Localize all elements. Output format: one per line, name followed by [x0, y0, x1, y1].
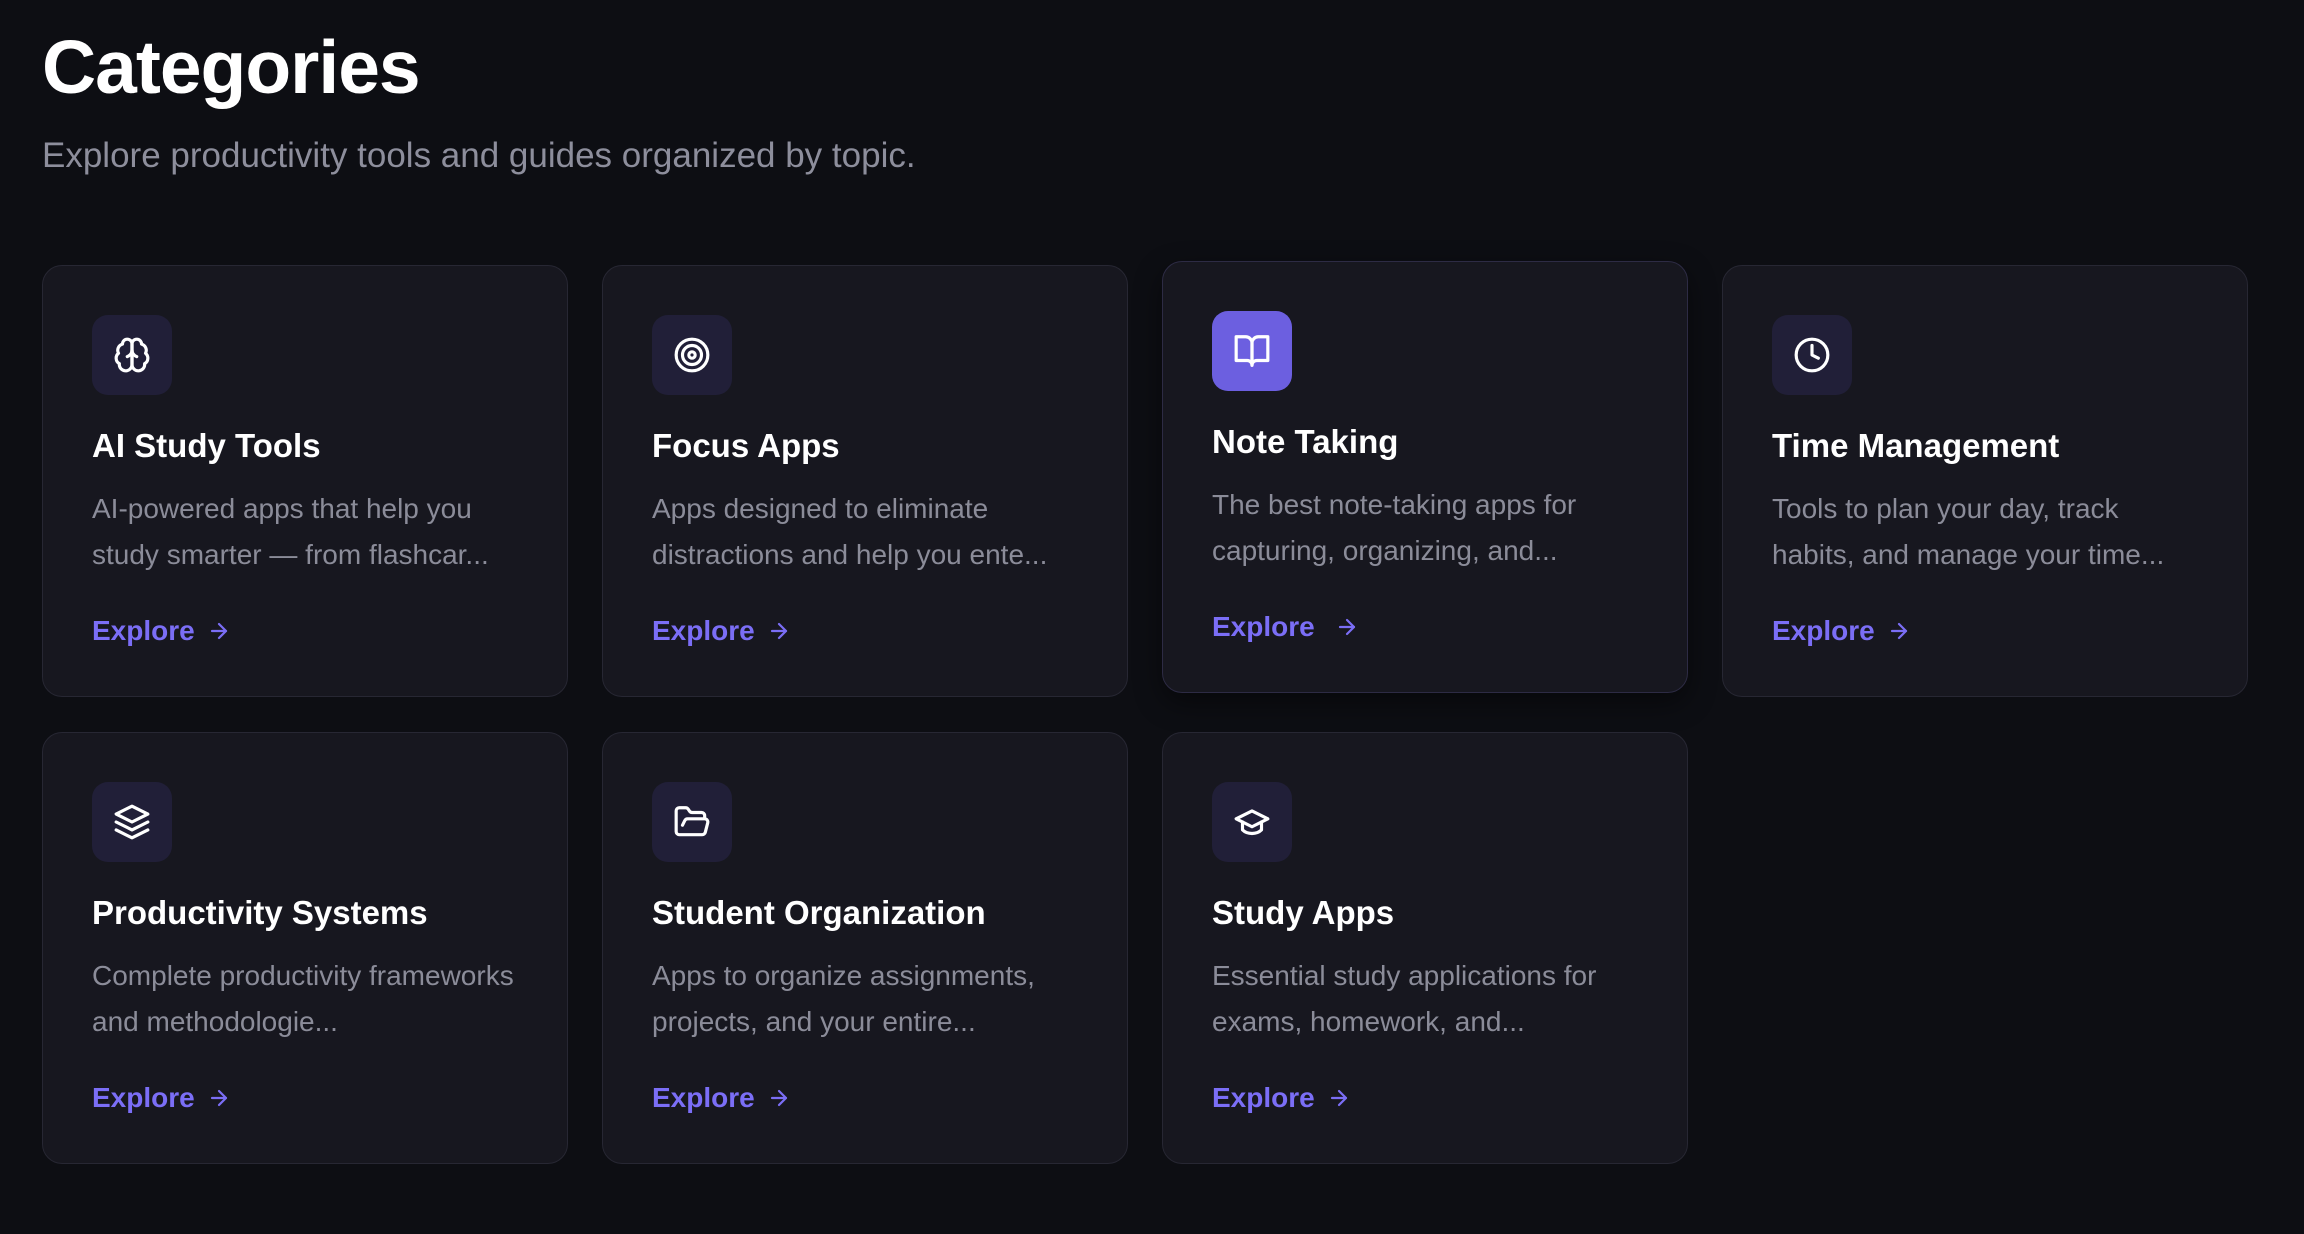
page-title: Categories [42, 25, 421, 109]
arrow-right-icon [767, 1086, 791, 1110]
card-title: Student Organization [652, 894, 986, 931]
card-description: AI-powered apps that help you study smar… [92, 493, 489, 570]
graduation-cap-icon [1212, 782, 1292, 862]
category-card-student-organization[interactable]: Student Organization Apps to organize as… [602, 732, 1128, 1164]
page-subtitle: Explore productivity tools and guides or… [42, 136, 916, 175]
explore-link[interactable]: Explore [652, 1081, 791, 1115]
category-card-note-taking[interactable]: Note Taking The best note-taking apps fo… [1162, 261, 1688, 693]
explore-label: Explore [1212, 1082, 1315, 1113]
card-description: Complete productivity frameworks and met… [92, 960, 514, 1037]
card-description: The best note-taking apps for capturing,… [1212, 489, 1577, 566]
arrow-right-icon [767, 619, 791, 643]
clock-icon [1772, 315, 1852, 395]
card-description: Tools to plan your day, track habits, an… [1772, 493, 2165, 570]
arrow-right-icon [207, 1086, 231, 1110]
card-title: AI Study Tools [92, 427, 321, 464]
card-description: Essential study applications for exams, … [1212, 960, 1597, 1037]
arrow-right-icon [1327, 1086, 1351, 1110]
arrow-right-icon [207, 619, 231, 643]
explore-link[interactable]: Explore [1772, 614, 1911, 648]
category-card-focus-apps[interactable]: Focus Apps Apps designed to eliminate di… [602, 265, 1128, 697]
arrow-right-icon [1335, 615, 1359, 639]
folder-open-icon [652, 782, 732, 862]
card-title: Study Apps [1212, 894, 1395, 931]
explore-label: Explore [92, 1082, 195, 1113]
explore-link[interactable]: Explore [92, 614, 231, 648]
layers-icon [92, 782, 172, 862]
brain-icon [92, 315, 172, 395]
target-icon [652, 315, 732, 395]
card-title: Focus Apps [652, 427, 840, 464]
card-title: Time Management [1772, 427, 2060, 464]
book-open-icon [1212, 311, 1292, 391]
explore-link[interactable]: Explore [92, 1081, 231, 1115]
explore-link[interactable]: Explore [1212, 610, 1359, 644]
arrow-right-icon [1887, 619, 1911, 643]
category-card-ai-study-tools[interactable]: AI Study Tools AI-powered apps that help… [42, 265, 568, 697]
card-title: Productivity Systems [92, 894, 428, 931]
card-description: Apps designed to eliminate distractions … [652, 493, 1048, 570]
category-card-study-apps[interactable]: Study Apps Essential study applications … [1162, 732, 1688, 1164]
explore-label: Explore [652, 615, 755, 646]
card-description: Apps to organize assignments, projects, … [652, 960, 1035, 1037]
explore-label: Explore [1212, 611, 1315, 642]
explore-link[interactable]: Explore [1212, 1081, 1351, 1115]
category-card-time-management[interactable]: Time Management Tools to plan your day, … [1722, 265, 2248, 697]
explore-label: Explore [652, 1082, 755, 1113]
card-title: Note Taking [1212, 423, 1399, 460]
explore-label: Explore [92, 615, 195, 646]
explore-link[interactable]: Explore [652, 614, 791, 648]
category-card-productivity-systems[interactable]: Productivity Systems Complete productivi… [42, 732, 568, 1164]
explore-label: Explore [1772, 615, 1875, 646]
